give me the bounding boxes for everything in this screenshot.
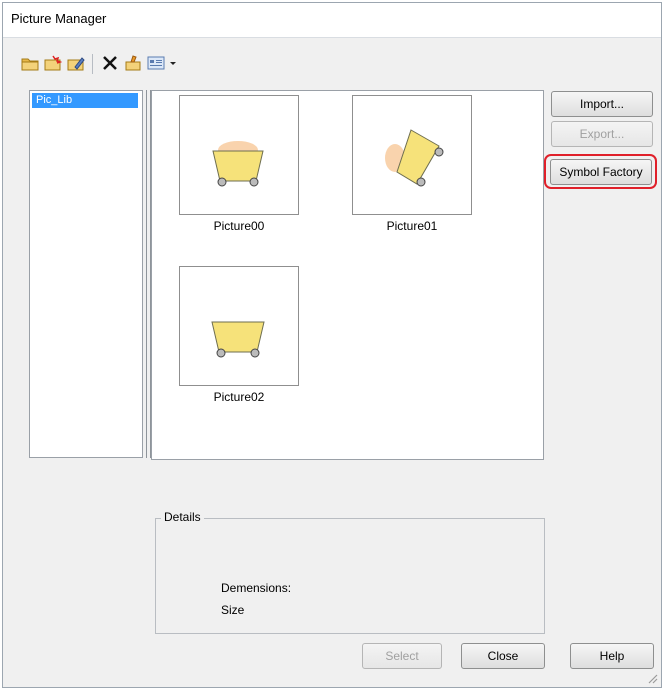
- resize-grip-icon[interactable]: [646, 672, 658, 684]
- open-folder-icon[interactable]: [19, 51, 41, 75]
- picture-grid: Picture00 Picture01 Picture02: [151, 90, 544, 460]
- close-button[interactable]: Close: [461, 643, 545, 669]
- delete-icon[interactable]: [99, 51, 121, 75]
- picture-manager-window: Picture Manager Pic_Lib Picture00 Pictur…: [2, 2, 662, 688]
- help-button[interactable]: Help: [570, 643, 654, 669]
- picture-thumbnail-02[interactable]: [179, 266, 299, 386]
- toolbar: [11, 51, 231, 79]
- size-label: Size: [221, 603, 245, 617]
- dropdown-arrow-icon[interactable]: [166, 51, 180, 75]
- picture-thumbnail-01[interactable]: [352, 95, 472, 215]
- edit-folder-icon[interactable]: [65, 51, 87, 75]
- export-button[interactable]: Export...: [551, 121, 653, 147]
- library-list[interactable]: Pic_Lib: [29, 90, 143, 458]
- new-folder-icon[interactable]: [42, 51, 64, 75]
- toolbar-separator: [92, 54, 93, 74]
- properties-icon[interactable]: [122, 51, 144, 75]
- picture-label: Picture02: [213, 390, 265, 404]
- details-group: [155, 518, 545, 634]
- picture-thumbnail-00[interactable]: [179, 95, 299, 215]
- library-item-pic-lib[interactable]: Pic_Lib: [32, 93, 138, 108]
- window-title: Picture Manager: [11, 11, 107, 26]
- view-icon[interactable]: [145, 51, 167, 75]
- details-legend: Details: [161, 510, 204, 524]
- title-bar: Picture Manager: [3, 3, 661, 38]
- dimensions-label: Demensions:: [221, 581, 292, 595]
- picture-label: Picture00: [213, 219, 265, 233]
- import-button[interactable]: Import...: [551, 91, 653, 117]
- picture-label: Picture01: [386, 219, 438, 233]
- highlight-ring: [544, 154, 657, 189]
- select-button[interactable]: Select: [362, 643, 442, 669]
